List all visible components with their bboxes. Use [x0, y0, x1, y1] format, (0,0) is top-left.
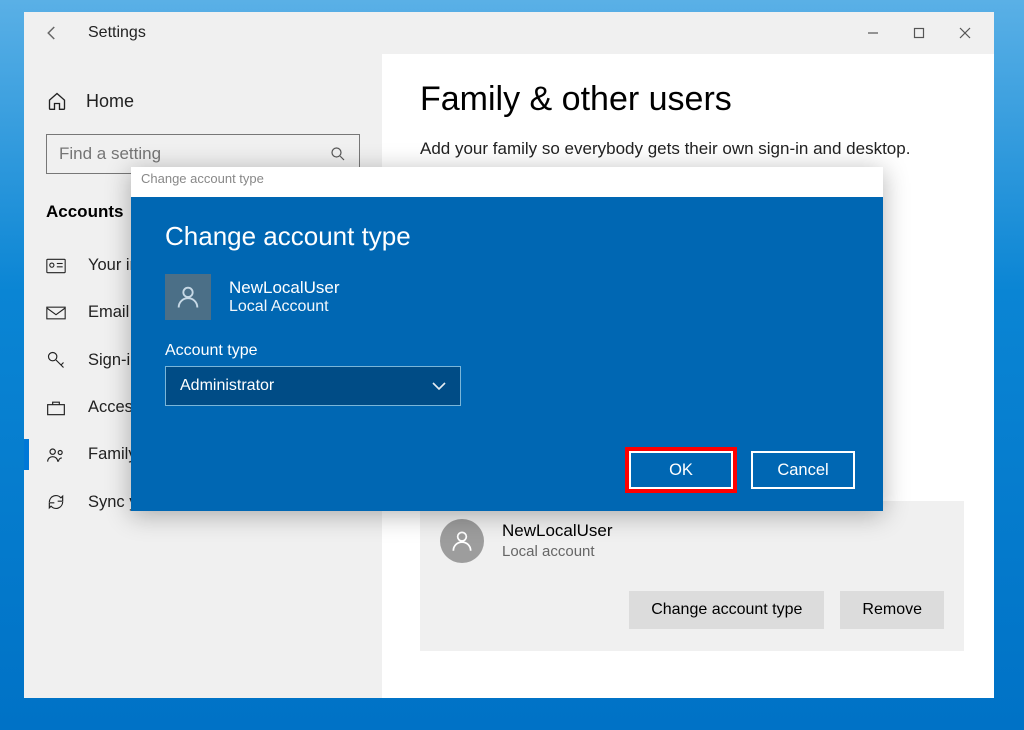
sidebar-home-label: Home — [86, 91, 134, 112]
key-icon — [46, 350, 68, 370]
titlebar: Settings — [24, 12, 994, 54]
arrow-left-icon — [43, 24, 61, 42]
chevron-down-icon — [432, 381, 446, 391]
remove-button[interactable]: Remove — [840, 591, 944, 629]
sync-icon — [46, 492, 68, 512]
dialog-account-name: NewLocalUser — [229, 278, 340, 298]
back-button[interactable] — [34, 15, 70, 51]
maximize-button[interactable] — [896, 17, 942, 49]
ok-button[interactable]: OK — [629, 451, 733, 489]
page-description: Add your family so everybody gets their … — [420, 137, 940, 161]
close-button[interactable] — [942, 17, 988, 49]
window-controls — [850, 17, 988, 49]
dialog-account-row: NewLocalUser Local Account — [165, 274, 849, 320]
dialog-avatar — [165, 274, 211, 320]
home-icon — [46, 90, 68, 112]
mail-icon — [46, 305, 68, 321]
search-icon — [329, 145, 347, 163]
search-input[interactable] — [59, 144, 329, 164]
people-icon — [46, 446, 68, 464]
account-type-select[interactable]: Administrator — [165, 366, 461, 406]
cancel-button[interactable]: Cancel — [751, 451, 855, 489]
page-title: Family & other users — [420, 80, 964, 119]
briefcase-icon — [46, 399, 68, 417]
select-value: Administrator — [180, 377, 274, 395]
window-title: Settings — [88, 24, 146, 42]
change-account-type-button[interactable]: Change account type — [629, 591, 824, 629]
user-card: NewLocalUser Local account Change accoun… — [420, 501, 964, 651]
change-account-type-dialog: Change account type Change account type … — [131, 167, 883, 511]
dialog-titlebar: Change account type — [131, 167, 883, 197]
avatar — [440, 519, 484, 563]
account-type-label: Account type — [165, 342, 849, 360]
dialog-account-sub: Local Account — [229, 298, 340, 316]
user-type: Local account — [502, 543, 613, 560]
dialog-heading: Change account type — [165, 221, 849, 252]
person-card-icon — [46, 258, 68, 274]
user-name: NewLocalUser — [502, 521, 613, 541]
minimize-button[interactable] — [850, 17, 896, 49]
sidebar-home[interactable]: Home — [46, 90, 360, 112]
